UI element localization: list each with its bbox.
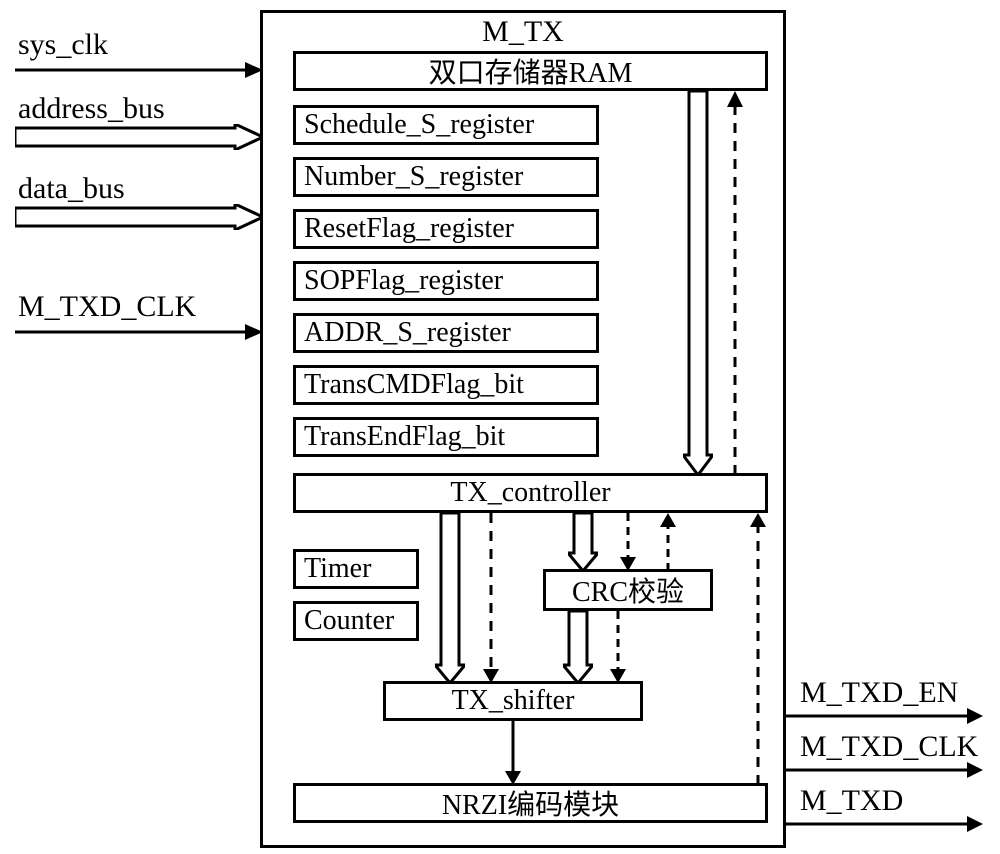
block-title: M_TX: [482, 15, 564, 49]
block-transend: TransEndFlag_bit: [293, 417, 599, 457]
block-nrzi: NRZI编码模块: [293, 783, 768, 823]
input-address-bus: address_bus: [18, 92, 165, 126]
mtx-container: M_TX 双口存储器RAM Schedule_S_register Number…: [260, 10, 786, 848]
arrow-controller-to-crc: [568, 513, 598, 571]
input-m-txd-clk: M_TXD_CLK: [18, 290, 196, 324]
block-counter: Counter: [293, 601, 419, 641]
arrow-m-txd-clk-out: [783, 762, 983, 778]
block-crc: CRC校验: [543, 569, 713, 611]
arrow-address-bus: [15, 124, 263, 150]
arrow-ram-to-controller: [683, 91, 713, 475]
input-sys-clk: sys_clk: [18, 28, 108, 62]
arrow-nrzi-to-controller-dashed: [748, 513, 768, 785]
block-ram: 双口存储器RAM: [293, 51, 768, 91]
arrow-crc-to-shifter: [563, 611, 593, 683]
arrow-controller-to-ram-dashed: [725, 91, 745, 475]
arrow-controller-shifter-dashed: [481, 513, 501, 683]
arrow-controller-to-shifter-left: [435, 513, 465, 683]
block-resetflag: ResetFlag_register: [293, 209, 599, 249]
arrow-crc-shifter-dashed: [608, 611, 628, 683]
block-addr: ADDR_S_register: [293, 313, 599, 353]
arrow-m-txd-en: [783, 708, 983, 724]
arrow-controller-crc-dashed-down: [618, 513, 638, 571]
input-data-bus: data_bus: [18, 172, 125, 206]
block-sopflag: SOPFlag_register: [293, 261, 599, 301]
block-shifter: TX_shifter: [383, 681, 643, 721]
output-m-txd-clk: M_TXD_CLK: [800, 730, 978, 764]
arrow-sys-clk: [15, 62, 263, 78]
block-schedule: Schedule_S_register: [293, 105, 599, 145]
output-m-txd: M_TXD: [800, 784, 903, 818]
arrow-data-bus: [15, 204, 263, 230]
block-number: Number_S_register: [293, 157, 599, 197]
arrow-m-txd: [783, 816, 983, 832]
arrow-shifter-to-nrzi: [503, 721, 523, 785]
block-timer: Timer: [293, 549, 419, 589]
arrow-crc-controller-dashed-up: [658, 513, 678, 571]
output-m-txd-en: M_TXD_EN: [800, 676, 958, 710]
block-controller: TX_controller: [293, 473, 768, 513]
block-transcmd: TransCMDFlag_bit: [293, 365, 599, 405]
arrow-m-txd-clk-in: [15, 324, 263, 340]
